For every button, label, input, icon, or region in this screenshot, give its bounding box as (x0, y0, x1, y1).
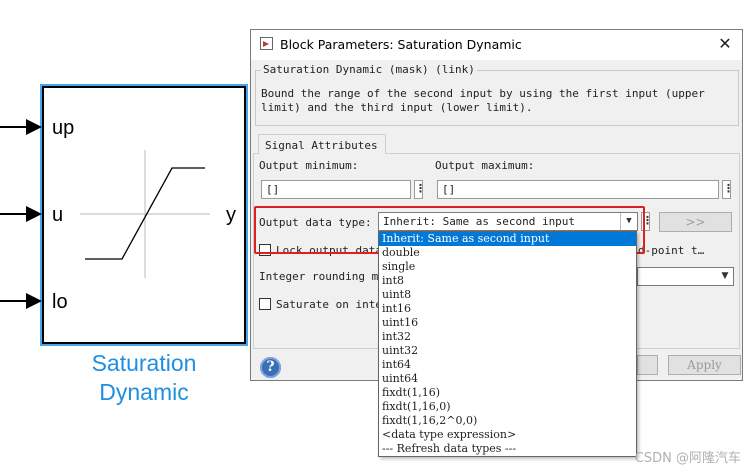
output-maximum-label: Output maximum: (435, 159, 535, 172)
dialog-title: Block Parameters: Saturation Dynamic (280, 37, 522, 52)
dropdown-option[interactable]: fixdt(1,16,2^0,0) (379, 414, 636, 428)
fixed-point-text: d-point t… (638, 244, 705, 257)
simulink-block-icon (260, 37, 273, 50)
dropdown-option[interactable]: int8 (379, 274, 636, 288)
input-arrow-up (26, 119, 42, 135)
dropdown-option[interactable]: uint64 (379, 372, 636, 386)
chevron-down-icon[interactable]: ▼ (620, 213, 637, 230)
dropdown-option[interactable]: single (379, 260, 636, 274)
description-line-2: limit) and the third input (lower limit)… (261, 101, 533, 114)
input-arrow-lo (26, 293, 42, 309)
port-label-u: u (52, 204, 64, 226)
data-type-assistant-button[interactable]: >> (659, 212, 732, 232)
output-minimum-field[interactable]: [] (261, 180, 411, 199)
output-maximum-field[interactable]: [] (437, 180, 719, 199)
dropdown-option[interactable]: Inherit: Same as second input (379, 232, 636, 246)
lock-output-checkbox[interactable] (259, 244, 271, 256)
output-data-type-label: Output data type: (259, 216, 372, 229)
output-maximum-menu-button[interactable]: ⋮ (722, 180, 734, 199)
output-minimum-menu-button[interactable]: ⋮ (414, 180, 426, 199)
input-arrow-u (26, 206, 42, 222)
dropdown-option[interactable]: fixdt(1,16) (379, 386, 636, 400)
close-icon[interactable]: ✕ (716, 35, 734, 53)
cancel-button-partial[interactable] (637, 355, 658, 375)
saturate-label: Saturate on inte (276, 298, 382, 311)
tab-label: Signal Attributes (265, 139, 378, 152)
saturate-checkbox[interactable] (259, 298, 271, 310)
help-icon[interactable]: ? (260, 357, 281, 378)
mask-group-title: Saturation Dynamic (mask) (link) (261, 63, 477, 76)
dropdown-option[interactable]: uint8 (379, 288, 636, 302)
watermark: CSDN @阿隆汽车 (634, 451, 741, 466)
apply-button[interactable]: Apply (668, 355, 741, 375)
port-label-lo: lo (52, 291, 68, 313)
dialog-titlebar[interactable]: Block Parameters: Saturation Dynamic ✕ (251, 30, 742, 60)
data-type-dropdown-list[interactable]: Inherit: Same as second input double singl… (378, 231, 637, 457)
dropdown-option[interactable]: uint16 (379, 316, 636, 330)
tab-signal-attributes[interactable]: Signal Attributes (258, 134, 386, 154)
dropdown-option[interactable]: int32 (379, 330, 636, 344)
dropdown-option[interactable]: --- Refresh data types --- (379, 442, 636, 456)
output-data-type-menu-button[interactable]: ⋮ (641, 212, 653, 231)
integer-rounding-select[interactable]: ▼ (637, 267, 734, 286)
integer-rounding-label: Integer rounding mo (259, 270, 385, 283)
chevron-down-icon[interactable]: ▼ (717, 268, 733, 285)
block-caption-line2: Dynamic (99, 379, 189, 405)
output-minimum-label: Output minimum: (259, 159, 359, 172)
description-line-1: Bound the range of the second input by u… (261, 87, 705, 100)
dropdown-option[interactable]: int16 (379, 302, 636, 316)
dropdown-option[interactable]: uint32 (379, 344, 636, 358)
lock-output-label: Lock output data (276, 244, 382, 257)
port-label-y: y (226, 204, 236, 226)
dropdown-option[interactable]: <data type expression> (379, 428, 636, 442)
dropdown-option[interactable]: double (379, 246, 636, 260)
output-data-type-select[interactable]: Inherit: Same as second input ▼ (378, 212, 638, 231)
output-data-type-value: Inherit: Same as second input (383, 215, 576, 228)
dropdown-option[interactable]: fixdt(1,16,0) (379, 400, 636, 414)
port-label-up: up (52, 117, 75, 139)
block-caption-line1: Saturation (91, 350, 197, 376)
dropdown-option[interactable]: int64 (379, 358, 636, 372)
